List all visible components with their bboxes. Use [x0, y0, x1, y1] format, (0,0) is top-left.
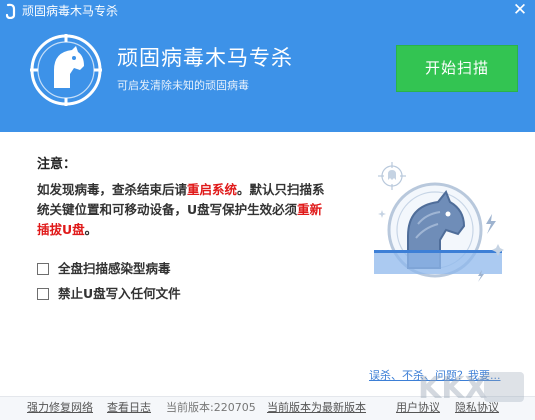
notice-warning-restart: 重启系统: [187, 182, 238, 197]
hero-title: 顽固病毒木马专杀: [117, 46, 293, 70]
start-scan-button[interactable]: 开始扫描: [396, 45, 518, 92]
repair-network-link[interactable]: 强力修复网络: [27, 400, 93, 416]
hero-subtitle: 可启发清除未知的顽固病毒: [117, 79, 249, 92]
title-bar[interactable]: 顽固病毒木马专杀 ✕: [0, 0, 535, 22]
app-logo-icon: [5, 3, 16, 19]
option-full-disk-scan[interactable]: 全盘扫描感染型病毒: [37, 260, 171, 278]
notice-text-part-3: 。: [84, 222, 98, 237]
svg-text:KKX: KKX: [418, 371, 488, 406]
full-disk-scan-checkbox[interactable]: [37, 263, 49, 275]
latest-version-link[interactable]: 当前版本为最新版本: [267, 400, 366, 416]
notice-text: 如发现病毒，查杀结束后请重启系统。默认只扫描系统关键位置和可移动设备，U盘写保护…: [37, 180, 327, 240]
horse-shield-icon: [30, 34, 102, 106]
notice-heading: 注意：: [37, 157, 77, 172]
header-banner: 顽固病毒木马专杀 ✕ 顽固病毒木马专杀 可启发清除未知的顽固病毒 开始扫描: [0, 0, 535, 132]
window-title: 顽固病毒木马专杀: [22, 4, 119, 18]
block-usb-write-checkbox[interactable]: [37, 288, 49, 300]
version-text: 当前版本:220705: [166, 401, 256, 414]
view-log-link[interactable]: 查看日志: [107, 400, 151, 416]
close-button[interactable]: ✕: [511, 1, 529, 19]
option-label: 全盘扫描感染型病毒: [58, 261, 171, 276]
target-icon: [378, 162, 406, 190]
watermark-logo: KKX: [418, 371, 524, 406]
option-label: 禁止U盘写入任何文件: [58, 286, 181, 301]
horse-scan-illustration: [374, 162, 504, 282]
notice-text-part-1: 如发现病毒，查杀结束后请: [37, 182, 188, 197]
option-block-usb-write[interactable]: 禁止U盘写入任何文件: [37, 285, 181, 303]
